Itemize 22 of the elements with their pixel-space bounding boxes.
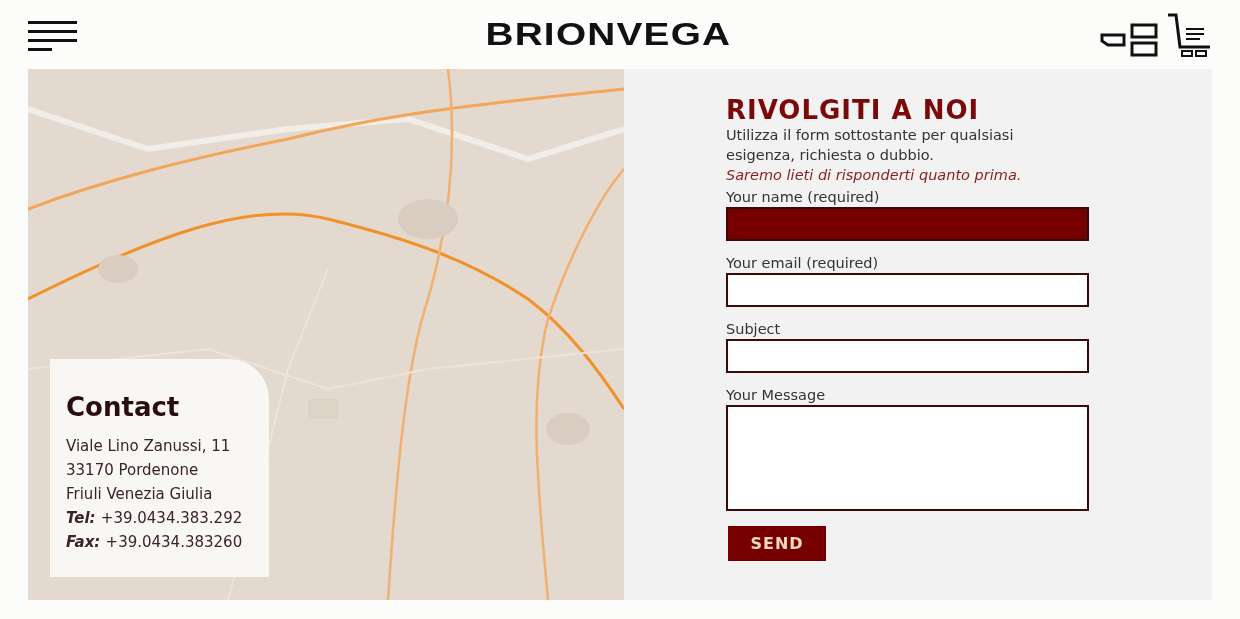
field-label: Your Message: [726, 386, 827, 405]
message-field[interactable]: [726, 405, 1089, 511]
contact-line: Viale Lino Zanussi, 11: [66, 435, 232, 457]
field-label: Subject: [726, 320, 782, 339]
form-note: Saremo lieti di risponderti quanto prima.: [726, 166, 1023, 185]
layout-icon[interactable]: [1100, 22, 1158, 57]
input-field[interactable]: [726, 339, 1089, 373]
input-field[interactable]: [726, 207, 1089, 241]
logo[interactable]: BRIONVEGA: [485, 19, 732, 50]
menu-icon[interactable]: [28, 18, 77, 51]
cart-icon[interactable]: [1168, 12, 1212, 57]
field-label: Your name (required): [726, 188, 881, 207]
field-label: Your email (required): [726, 254, 880, 273]
send-button[interactable]: SEND: [728, 526, 826, 561]
contact-title: Contact: [66, 391, 181, 424]
contact-line: Fax: +39.0434.383260: [66, 531, 244, 553]
contact-line: Tel: +39.0434.383.292: [66, 507, 244, 529]
contact-line: Friuli Venezia Giulia: [66, 483, 214, 505]
form-title: RIVOLGITI A NOI: [726, 95, 981, 125]
input-field[interactable]: [726, 273, 1089, 307]
form-intro: Utilizza il form sottostante per qualsiasi esigenza, richiesta o dubbio.: [726, 126, 1015, 165]
contact-line: 33170 Pordenone: [66, 459, 200, 481]
